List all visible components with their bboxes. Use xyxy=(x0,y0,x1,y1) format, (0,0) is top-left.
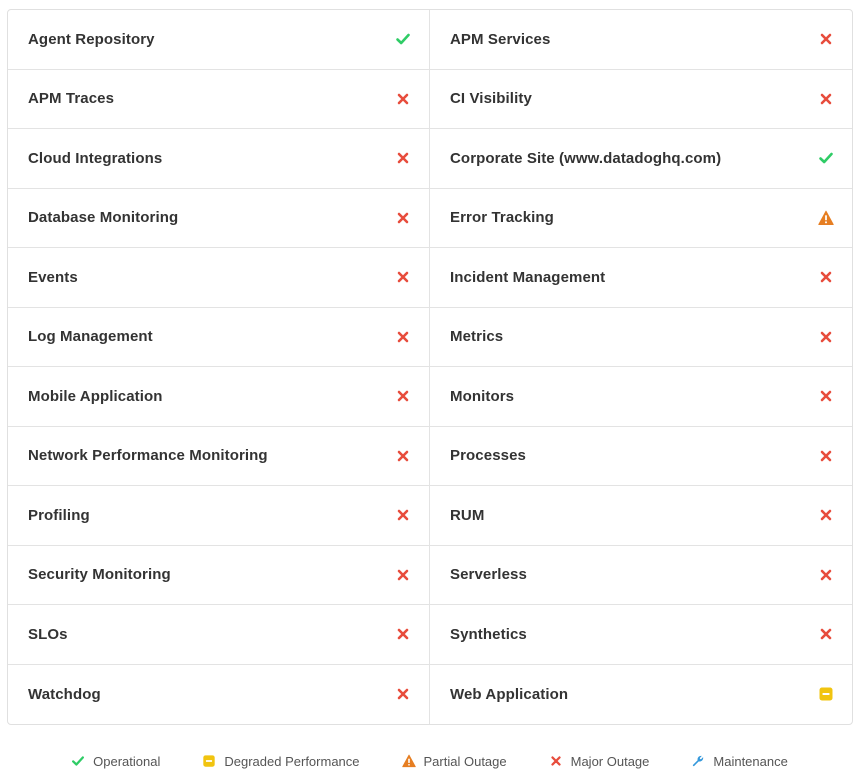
component-row: SLOs xyxy=(8,605,430,665)
legend-label: Maintenance xyxy=(713,753,788,769)
component-name: Profiling xyxy=(28,506,90,524)
component-name: Serverless xyxy=(450,566,527,584)
component-name: Incident Management xyxy=(450,268,606,286)
legend-item-partial: Partial Outage xyxy=(401,753,507,769)
x-icon xyxy=(395,686,411,702)
component-name: Processes xyxy=(450,447,526,465)
component-row: Log Management xyxy=(8,307,430,367)
x-icon xyxy=(395,507,411,523)
component-name: Security Monitoring xyxy=(28,566,171,584)
component-row: Web Application xyxy=(430,665,852,725)
x-icon xyxy=(395,269,411,285)
legend-item-maintenance: Maintenance xyxy=(691,753,788,769)
legend-label: Partial Outage xyxy=(423,753,507,769)
component-row: Processes xyxy=(430,427,852,486)
warning-triangle-icon xyxy=(818,210,834,226)
x-icon xyxy=(395,329,411,345)
component-name: Agent Repository xyxy=(28,30,155,48)
component-row: Network Performance Monitoring xyxy=(8,426,430,486)
check-icon xyxy=(818,150,834,166)
legend-label: Major Outage xyxy=(570,753,650,769)
x-icon xyxy=(395,150,411,166)
component-name: Mobile Application xyxy=(28,387,163,405)
check-icon xyxy=(395,31,411,47)
x-icon xyxy=(395,91,411,107)
warning-triangle-icon xyxy=(401,754,416,768)
component-name: Metrics xyxy=(450,328,504,346)
x-icon xyxy=(818,269,834,285)
x-icon xyxy=(395,210,411,226)
x-icon xyxy=(818,329,834,345)
component-name: Cloud Integrations xyxy=(28,149,163,167)
component-row: Agent Repository xyxy=(8,10,430,70)
component-row: Cloud Integrations xyxy=(8,129,430,189)
legend-item-operational: Operational xyxy=(71,754,160,769)
component-row: Watchdog xyxy=(8,664,430,724)
component-row: APM Traces xyxy=(8,69,430,129)
x-icon xyxy=(818,91,834,107)
component-status-grid: Agent Repository APM Services APM Traces CI… xyxy=(7,9,853,725)
x-icon xyxy=(818,507,834,523)
check-icon xyxy=(71,754,85,768)
component-row: Error Tracking xyxy=(430,189,852,248)
component-name: Web Application xyxy=(450,685,569,703)
component-row: Monitors xyxy=(430,367,852,427)
x-icon xyxy=(395,388,411,404)
component-name: SLOs xyxy=(28,625,68,643)
component-name: Monitors xyxy=(450,387,515,405)
component-name: Network Performance Monitoring xyxy=(28,447,268,465)
x-icon xyxy=(818,567,834,583)
component-name: Log Management xyxy=(28,328,153,346)
component-row: Events xyxy=(8,248,430,308)
component-row: Security Monitoring xyxy=(8,545,430,605)
component-row: Incident Management xyxy=(430,248,852,308)
component-row: RUM xyxy=(430,486,852,546)
minus-square-icon xyxy=(202,754,216,768)
x-icon xyxy=(818,31,834,47)
minus-square-icon xyxy=(818,686,834,702)
component-name: Watchdog xyxy=(28,685,101,703)
x-icon xyxy=(395,626,411,642)
component-row: Mobile Application xyxy=(8,367,430,427)
component-row: Database Monitoring xyxy=(8,188,430,248)
legend-label: Degraded Performance xyxy=(224,753,360,769)
x-icon xyxy=(549,754,563,768)
legend-label: Operational xyxy=(93,753,161,769)
component-name: Corporate Site (www.datadoghq.com) xyxy=(450,149,722,167)
x-icon xyxy=(395,448,411,464)
component-row: Synthetics xyxy=(430,605,852,665)
x-icon xyxy=(818,448,834,464)
component-name: Error Tracking xyxy=(450,209,554,227)
status-legend: Operational Degraded Performance Partial O… xyxy=(0,748,859,774)
legend-item-major: Major Outage xyxy=(549,753,650,769)
x-icon xyxy=(818,388,834,404)
component-row: Serverless xyxy=(430,546,852,605)
component-row: Profiling xyxy=(8,486,430,546)
wrench-icon xyxy=(691,754,705,768)
x-icon xyxy=(818,626,834,642)
component-row: APM Services xyxy=(430,10,852,70)
legend-item-degraded: Degraded Performance xyxy=(202,753,360,769)
component-name: Events xyxy=(28,268,78,286)
component-name: RUM xyxy=(450,506,485,524)
x-icon xyxy=(395,567,411,583)
component-name: Database Monitoring xyxy=(28,209,179,227)
component-name: APM Services xyxy=(450,30,551,48)
component-name: CI Visibility xyxy=(450,90,532,108)
component-row: Metrics xyxy=(430,308,852,367)
component-name: APM Traces xyxy=(28,90,115,108)
component-row: CI Visibility xyxy=(430,70,852,129)
component-name: Synthetics xyxy=(450,625,527,643)
component-row: Corporate Site (www.datadoghq.com) xyxy=(430,129,852,189)
